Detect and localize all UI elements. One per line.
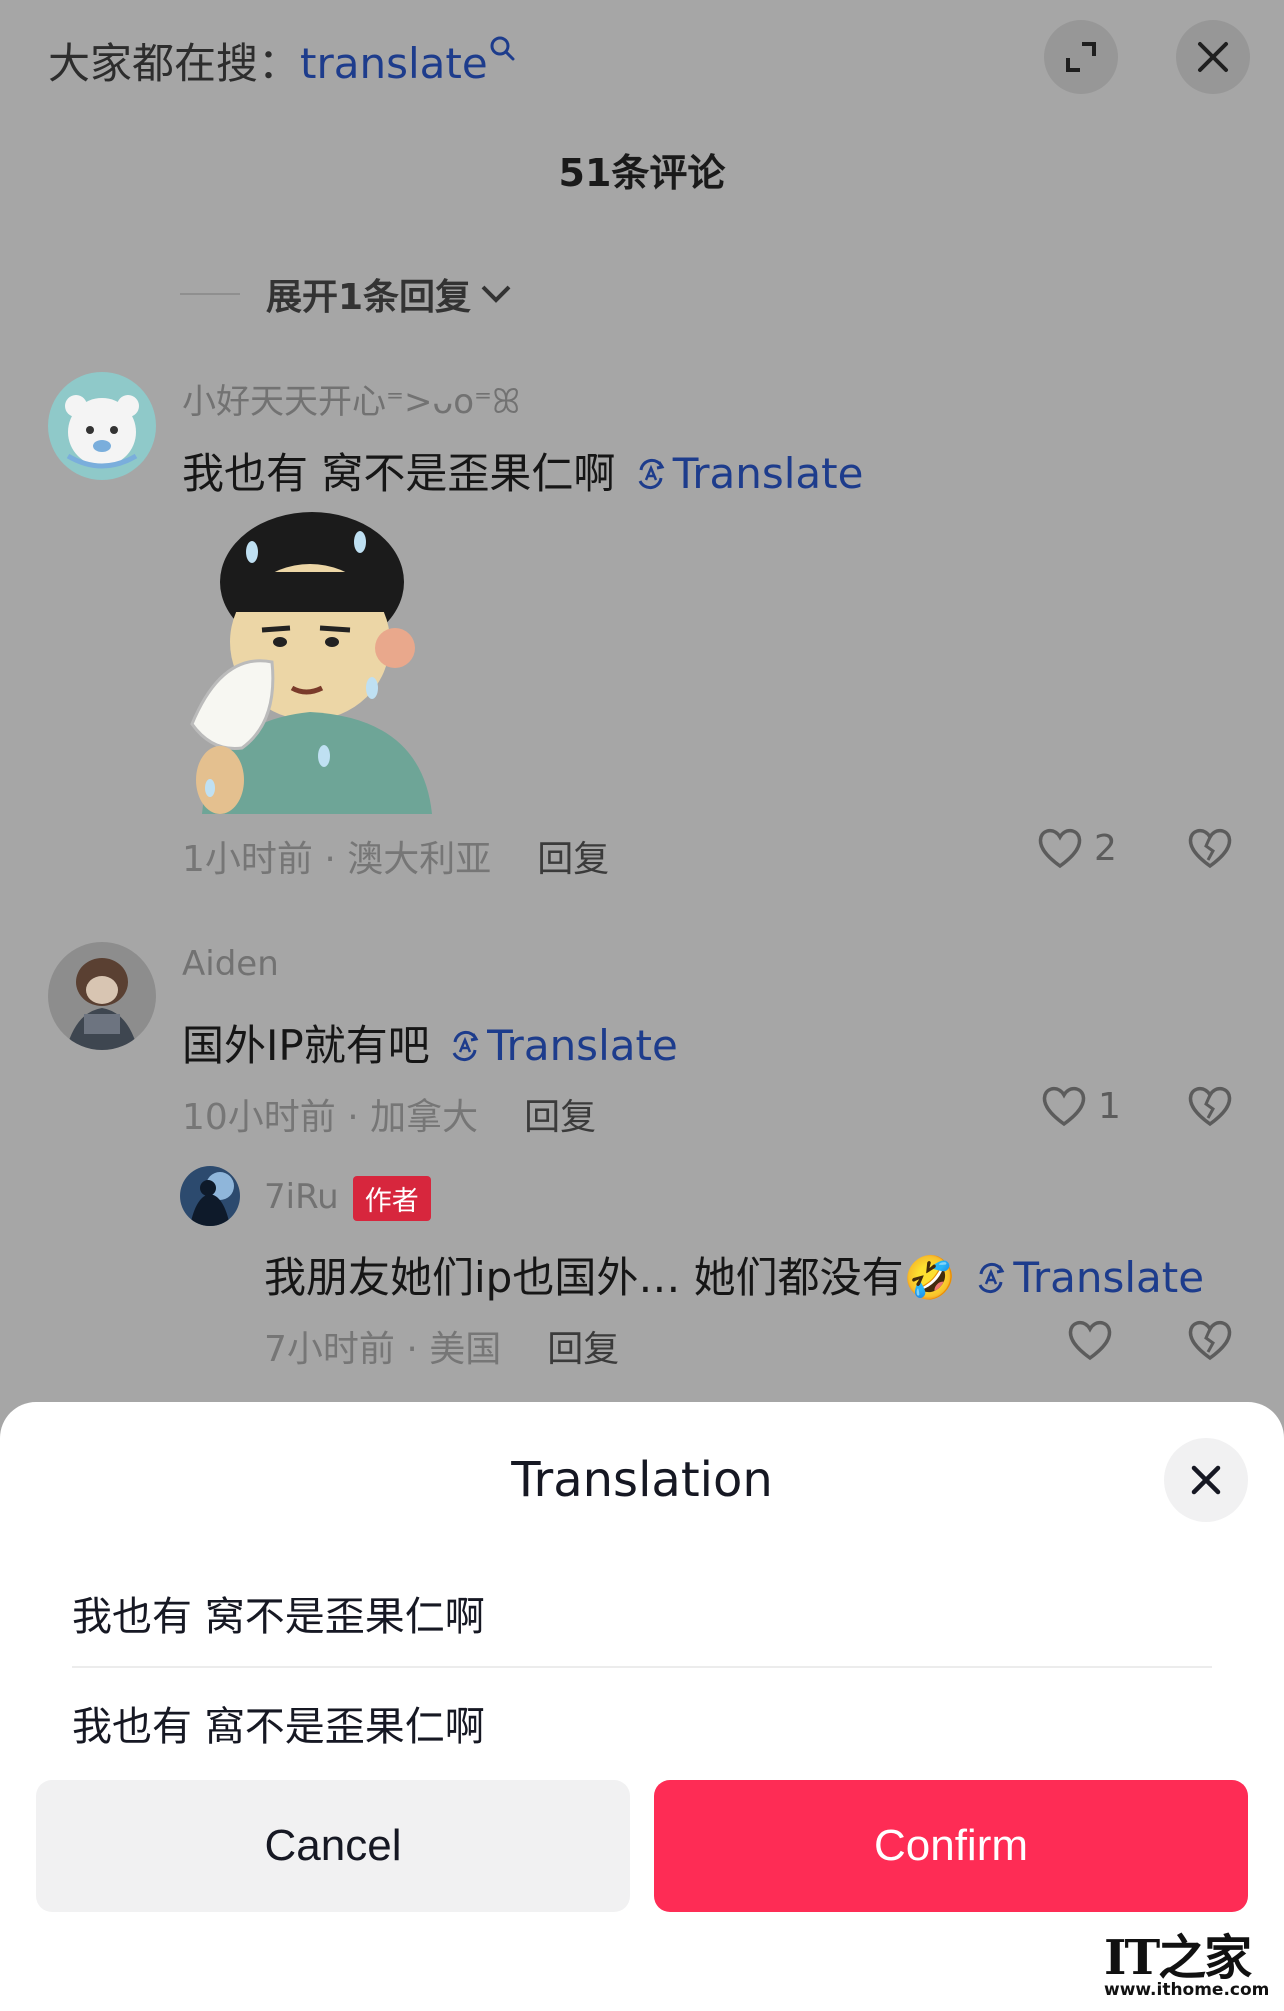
search-icon — [490, 36, 515, 61]
like-button[interactable]: 1 — [1040, 1084, 1121, 1128]
reply-button[interactable]: 回复 — [547, 1329, 619, 1370]
translate-icon — [978, 1262, 1005, 1293]
translate-link[interactable]: Translate — [969, 1253, 1204, 1302]
sweating-man-sticker — [190, 512, 432, 814]
avatar[interactable] — [180, 1166, 240, 1226]
close-icon — [1191, 1465, 1221, 1495]
reply-username-row: 7iRu 作者 — [264, 1176, 431, 1221]
comment-meta: 1小时前 · 澳大利亚 回复 — [182, 830, 609, 882]
comment-meta: 10小时前 · 加拿大 回复 — [182, 1088, 596, 1140]
reply-button[interactable]: 回复 — [537, 839, 609, 880]
translated-text: 我也有 窩不是歪果仁啊 — [72, 1704, 485, 1750]
sheet-close-button[interactable] — [1164, 1438, 1248, 1522]
translate-icon — [452, 1030, 479, 1061]
site-watermark: IT之家 www.ithome.com — [1104, 1918, 1269, 2008]
reply-username[interactable]: 7iRu — [264, 1177, 339, 1217]
like-count: 1 — [1098, 1085, 1121, 1127]
silhouette-avatar-image — [180, 1166, 240, 1226]
dislike-button[interactable] — [1186, 1084, 1234, 1132]
expand-replies-button[interactable]: 展开1条回复 — [180, 268, 513, 320]
divider — [72, 1666, 1212, 1668]
watermark-logo: IT之家 — [1104, 1930, 1252, 1986]
chevron-down-icon — [481, 285, 511, 303]
cancel-button[interactable]: Cancel — [36, 1780, 630, 1912]
dislike-button[interactable] — [1186, 826, 1234, 874]
like-count: 2 — [1094, 827, 1117, 869]
expand-replies-label: 展开1条回复 — [266, 277, 472, 318]
comment-username[interactable]: Aiden — [182, 944, 279, 984]
divider-line — [180, 293, 240, 295]
translate-label: Translate — [1013, 1253, 1205, 1302]
confirm-button[interactable]: Confirm — [654, 1780, 1248, 1912]
translate-link[interactable]: Translate — [443, 1021, 678, 1070]
top-bar: 大家都在搜：translate — [0, 0, 1284, 120]
expand-icon — [1066, 42, 1096, 72]
reply-text: 我朋友她们ip也国外… 她们都没有🤣 Translate — [264, 1244, 1204, 1305]
heart-icon — [1068, 1320, 1112, 1361]
rofl-emoji: 🤣 — [903, 1253, 956, 1302]
avatar[interactable] — [48, 372, 156, 480]
original-text: 我也有 窝不是歪果仁啊 — [72, 1594, 485, 1640]
comment-body: 我也有 窝不是歪果仁啊 — [182, 449, 616, 498]
figure-avatar-image — [48, 942, 156, 1050]
watermark-url: www.ithome.com — [1104, 1980, 1270, 2000]
translate-label: Translate — [672, 449, 864, 498]
reply-button[interactable]: 回复 — [524, 1097, 596, 1138]
comment-time-location: 1小时前 · 澳大利亚 — [182, 839, 492, 880]
comment-text: 国外IP就有吧 Translate — [182, 1012, 678, 1073]
comment-username[interactable]: 小好天天开心⁼>ᴗo⁼ꕤ — [182, 374, 520, 423]
reply-meta: 7小时前 · 美国 回复 — [264, 1320, 619, 1372]
translate-label: Translate — [487, 1021, 678, 1070]
dislike-button[interactable] — [1186, 1318, 1234, 1366]
translate-link[interactable]: Translate — [629, 449, 864, 498]
comment-body: 国外IP就有吧 — [182, 1021, 430, 1070]
reply-body: 我朋友她们ip也国外… 她们都没有 — [264, 1253, 904, 1302]
like-button[interactable] — [1066, 1318, 1114, 1362]
broken-heart-icon — [1188, 828, 1232, 869]
sheet-title: Translation — [511, 1452, 773, 1508]
bear-avatar-image — [48, 372, 156, 480]
broken-heart-icon — [1188, 1320, 1232, 1361]
search-prefix-label: 大家都在搜： — [48, 39, 301, 88]
comment-time-location: 10小时前 · 加拿大 — [182, 1097, 479, 1138]
expand-button[interactable] — [1044, 20, 1118, 94]
search-suggestion[interactable]: 大家都在搜：translate — [48, 30, 518, 91]
close-comments-button[interactable] — [1176, 20, 1250, 94]
comment-count: 51条评论 — [558, 151, 726, 195]
translation-sheet: Translation 我也有 窝不是歪果仁啊 我也有 窩不是歪果仁啊 Canc… — [0, 1402, 1284, 2011]
heart-icon — [1038, 828, 1082, 869]
author-badge: 作者 — [352, 1176, 431, 1221]
comment-text: 我也有 窝不是歪果仁啊 Translate — [182, 440, 863, 501]
broken-heart-icon — [1188, 1086, 1232, 1127]
like-button[interactable]: 2 — [1036, 826, 1117, 870]
avatar[interactable] — [48, 942, 156, 1050]
close-icon — [1198, 42, 1228, 72]
search-term[interactable]: translate — [300, 39, 488, 88]
translate-icon — [638, 458, 665, 489]
reply-time-location: 7小时前 · 美国 — [264, 1329, 502, 1370]
heart-icon — [1042, 1086, 1086, 1127]
